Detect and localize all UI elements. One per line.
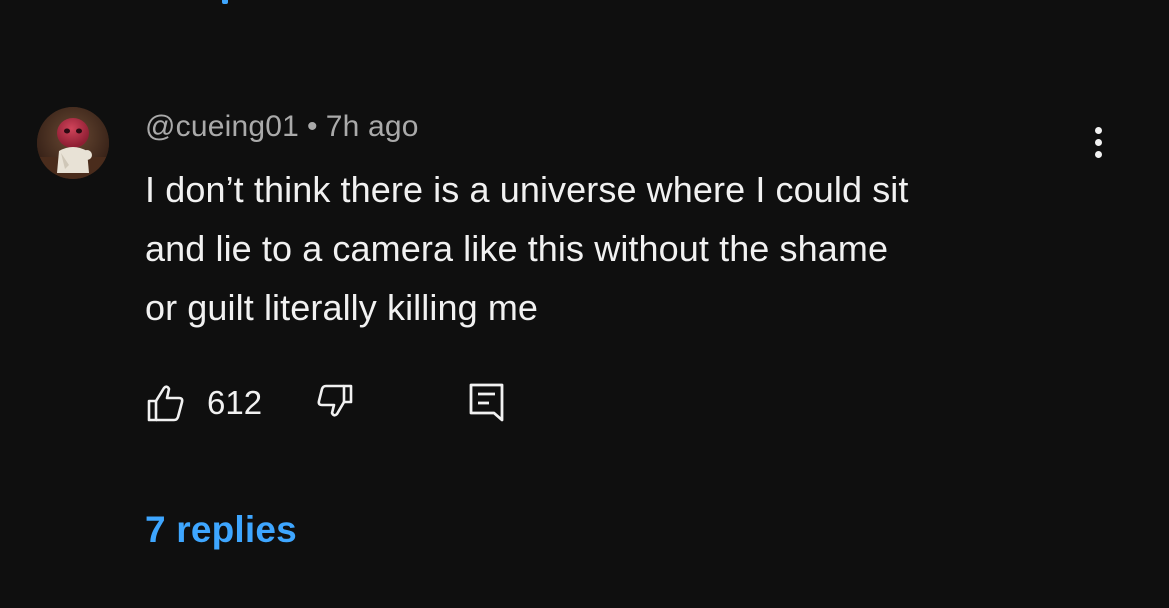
comment-text-line: I don’t think there is a universe where … (145, 169, 909, 210)
more-vertical-icon (1094, 126, 1102, 134)
comment-thread: @cueing01 • 7h ago I don’t think there is … (0, 0, 1169, 608)
thumbs-up-icon (147, 385, 184, 422)
comment-text-line: or guilt literally killing me (145, 287, 539, 328)
meta-separator: • (307, 110, 318, 143)
more-vertical-icon-dot (1094, 138, 1102, 146)
reply-button[interactable] (467, 380, 507, 429)
author-handle[interactable]: @cueing01 (145, 110, 299, 143)
avatar-image (37, 107, 109, 179)
comment-time[interactable]: 7h ago (326, 110, 419, 143)
comment-text-line: and lie to a camera like this without th… (145, 228, 889, 269)
avatar[interactable] (37, 107, 109, 179)
dislike-button[interactable] (315, 380, 355, 425)
like-button[interactable]: 612 (145, 380, 262, 426)
view-replies-link[interactable]: 7 replies (145, 508, 297, 552)
comment-meta: @cueing01 • 7h ago (145, 110, 419, 144)
comment-text: I don’t think there is a universe where … (145, 160, 1105, 337)
reply-comment-icon (469, 383, 504, 422)
thumbs-down-icon (317, 384, 353, 417)
more-options-button[interactable] (1080, 122, 1116, 162)
more-vertical-icon-dot (1094, 150, 1102, 158)
like-count: 612 (207, 384, 263, 421)
